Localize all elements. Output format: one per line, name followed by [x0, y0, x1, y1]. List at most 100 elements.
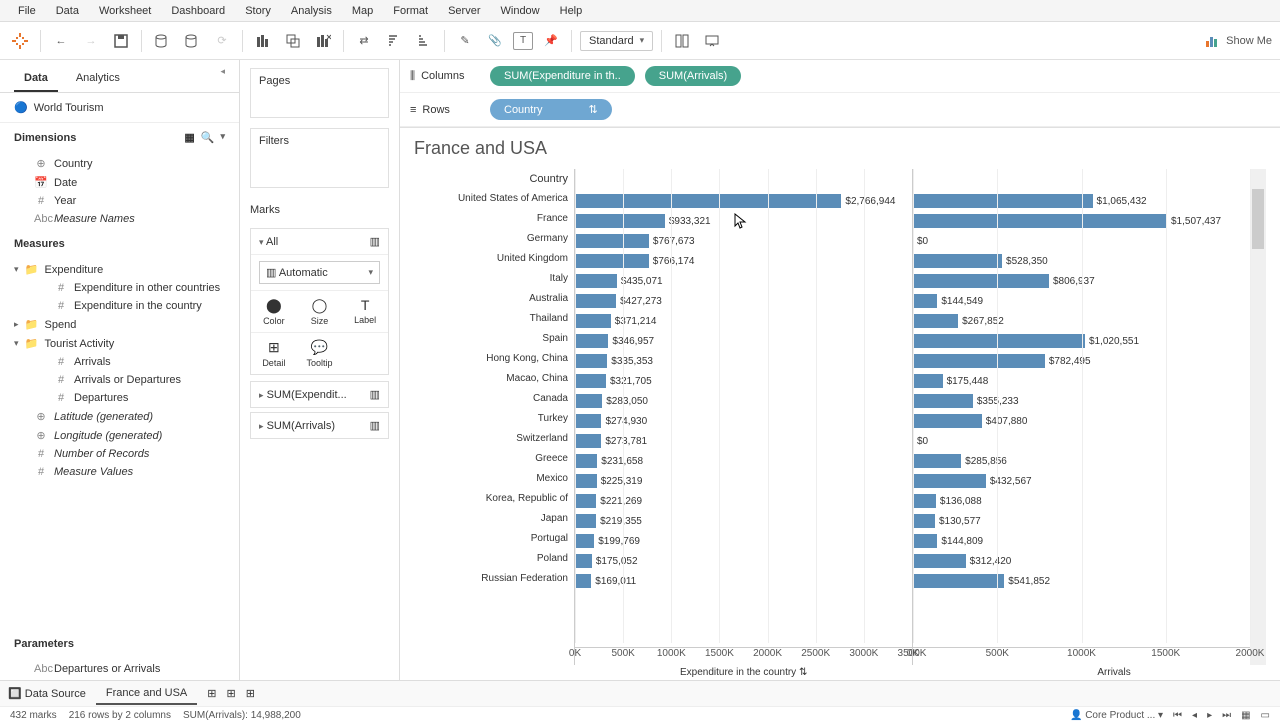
- bar-expenditure[interactable]: [575, 334, 608, 348]
- bar-arrivals[interactable]: [913, 274, 1049, 288]
- mark-type-dropdown[interactable]: ▥ Automatic▾: [259, 261, 380, 284]
- bar-expenditure[interactable]: [575, 254, 649, 268]
- bar-expenditure[interactable]: [575, 534, 594, 548]
- measure-field[interactable]: #Expenditure in the country: [6, 297, 233, 315]
- bar-arrivals[interactable]: [913, 574, 1004, 588]
- nav-next-icon[interactable]: ▸: [1207, 710, 1212, 721]
- measure-field[interactable]: #Expenditure in other countries: [6, 279, 233, 297]
- marks-expenditure[interactable]: ▸ SUM(Expendit... ▥: [250, 381, 389, 408]
- view-icon[interactable]: ▦: [184, 131, 194, 144]
- bar-arrivals[interactable]: [913, 494, 936, 508]
- bar-expenditure[interactable]: [575, 514, 596, 528]
- color-card[interactable]: ⬤Color: [251, 290, 297, 332]
- license-dropdown[interactable]: 👤 Core Product ... ▾: [1070, 710, 1163, 721]
- bar-arrivals[interactable]: [913, 294, 937, 308]
- clear-icon[interactable]: [311, 29, 335, 53]
- bar-expenditure[interactable]: [575, 314, 611, 328]
- bar-expenditure[interactable]: [575, 234, 649, 248]
- tableau-logo-icon[interactable]: [8, 29, 32, 53]
- bar-expenditure[interactable]: [575, 574, 591, 588]
- menu-worksheet[interactable]: Worksheet: [89, 2, 161, 19]
- bar-expenditure[interactable]: [575, 194, 841, 208]
- new-dashboard-icon[interactable]: ⊞: [226, 687, 235, 700]
- show-me-button[interactable]: Show Me: [1204, 33, 1272, 49]
- measure-field[interactable]: #Number of Records: [6, 445, 233, 463]
- measure-folder[interactable]: ▸📁Spend: [6, 315, 233, 334]
- measure-field[interactable]: #Arrivals or Departures: [6, 371, 233, 389]
- worksheet-tab[interactable]: France and USA: [96, 683, 197, 705]
- dimension-field[interactable]: 📅Date: [6, 173, 233, 192]
- labels-icon[interactable]: T: [513, 32, 533, 50]
- pill-country[interactable]: Country⇅: [490, 99, 612, 120]
- bar-arrivals[interactable]: [913, 254, 1002, 268]
- measure-field[interactable]: #Measure Values: [6, 463, 233, 481]
- menu-server[interactable]: Server: [438, 2, 490, 19]
- presentation-icon[interactable]: [700, 29, 724, 53]
- duplicate-icon[interactable]: [281, 29, 305, 53]
- datasource-item[interactable]: 🔵 World Tourism: [0, 93, 239, 123]
- menu-dashboard[interactable]: Dashboard: [161, 2, 235, 19]
- size-card[interactable]: ◯Size: [297, 290, 343, 332]
- menu-help[interactable]: Help: [550, 2, 593, 19]
- menu-window[interactable]: Window: [491, 2, 550, 19]
- bar-expenditure[interactable]: [575, 374, 606, 388]
- dimension-field[interactable]: AbcMeasure Names: [6, 210, 233, 228]
- rows-shelf[interactable]: ≡Rows Country⇅: [400, 93, 1280, 127]
- menu-file[interactable]: File: [8, 2, 46, 19]
- forward-icon[interactable]: →: [79, 29, 103, 53]
- back-icon[interactable]: ←: [49, 29, 73, 53]
- viz-title[interactable]: France and USA: [400, 128, 1280, 169]
- bar-expenditure[interactable]: [575, 354, 607, 368]
- measure-field[interactable]: #Departures: [6, 389, 233, 407]
- bar-arrivals[interactable]: [913, 414, 982, 428]
- datasource-tab[interactable]: 🔲 Data Source: [8, 687, 86, 700]
- sort-asc-icon[interactable]: [382, 29, 406, 53]
- bar-arrivals[interactable]: [913, 194, 1093, 208]
- bar-arrivals[interactable]: [913, 474, 986, 488]
- pill-arrivals[interactable]: SUM(Arrivals): [645, 66, 741, 86]
- measure-field[interactable]: ⊕Latitude (generated): [6, 407, 233, 426]
- label-card[interactable]: TLabel: [342, 290, 388, 332]
- bar-expenditure[interactable]: [575, 394, 602, 408]
- bar-arrivals[interactable]: [913, 514, 935, 528]
- bar-expenditure[interactable]: [575, 474, 597, 488]
- dimension-field[interactable]: #Year: [6, 192, 233, 210]
- measure-field[interactable]: ⊕Longitude (generated): [6, 426, 233, 445]
- sort-desc-icon[interactable]: [412, 29, 436, 53]
- bar-arrivals[interactable]: [913, 554, 966, 568]
- pin-icon[interactable]: 📌: [539, 29, 563, 53]
- grid-icon[interactable]: ▦: [1241, 710, 1250, 721]
- bar-arrivals[interactable]: [913, 374, 943, 388]
- pages-shelf[interactable]: Pages: [250, 68, 389, 118]
- menu-story[interactable]: Story: [235, 2, 281, 19]
- bar-arrivals[interactable]: [913, 454, 961, 468]
- nav-last-icon[interactable]: ⏭: [1222, 710, 1231, 721]
- bar-expenditure[interactable]: [575, 554, 592, 568]
- pause-updates-icon[interactable]: [180, 29, 204, 53]
- filters-shelf[interactable]: Filters: [250, 128, 389, 188]
- measure-folder[interactable]: ▾📁Tourist Activity: [6, 334, 233, 353]
- tab-data[interactable]: Data: [14, 66, 58, 92]
- bar-arrivals[interactable]: [913, 354, 1045, 368]
- columns-shelf[interactable]: ⫼Columns SUM(Expenditure in th.. SUM(Arr…: [400, 60, 1280, 93]
- new-worksheet-icon[interactable]: ⊞: [207, 687, 216, 700]
- scrollbar[interactable]: [1250, 169, 1266, 665]
- bar-expenditure[interactable]: [575, 294, 616, 308]
- marks-arrivals[interactable]: ▸ SUM(Arrivals) ▥: [250, 412, 389, 439]
- chart[interactable]: Country United States of AmericaFranceGe…: [400, 169, 1280, 665]
- nav-first-icon[interactable]: ⏮: [1173, 710, 1182, 721]
- bar-arrivals[interactable]: [913, 314, 958, 328]
- measure-field[interactable]: #Arrivals: [6, 353, 233, 371]
- dimension-field[interactable]: ⊕Country: [6, 154, 233, 173]
- show-cards-icon[interactable]: [670, 29, 694, 53]
- group-icon[interactable]: 📎: [483, 29, 507, 53]
- swap-icon[interactable]: ⇄: [352, 29, 376, 53]
- fit-dropdown[interactable]: Standard▾: [580, 31, 653, 51]
- new-story-icon[interactable]: ⊞: [246, 687, 255, 700]
- nav-prev-icon[interactable]: ◂: [1192, 710, 1197, 721]
- bar-expenditure[interactable]: [575, 494, 596, 508]
- measure-folder[interactable]: ▾📁Expenditure: [6, 260, 233, 279]
- detail-card[interactable]: ⊞Detail: [251, 332, 297, 374]
- bar-expenditure[interactable]: [575, 434, 601, 448]
- search-icon[interactable]: 🔍: [201, 131, 215, 144]
